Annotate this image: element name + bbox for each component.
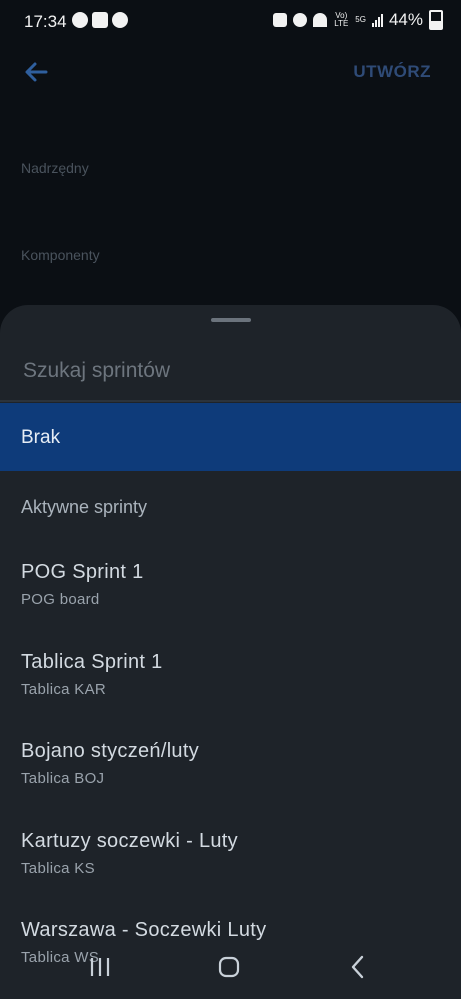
sprint-board: POG board xyxy=(21,591,100,608)
network-5g-icon: 5G xyxy=(355,15,366,24)
hotspot-icon xyxy=(313,13,328,27)
sprint-name: Bojano styczeń/luty xyxy=(21,740,200,762)
option-none[interactable]: Brak xyxy=(0,403,461,471)
sprint-picker-sheet: Brak Aktywne sprinty POG Sprint 1 POG bo… xyxy=(0,305,461,999)
option-none-label: Brak xyxy=(21,427,61,448)
parent-field-label[interactable]: Nadrzędny xyxy=(21,160,89,176)
status-time: 17:34 xyxy=(24,12,67,31)
battery-saver-icon xyxy=(273,13,288,27)
battery-percent: 44% xyxy=(388,10,423,29)
notification-icons xyxy=(72,12,128,28)
battery-icon xyxy=(429,10,443,30)
drag-handle[interactable] xyxy=(211,318,251,322)
sprint-board: Tablica KS xyxy=(21,860,95,877)
back-nav-icon[interactable] xyxy=(343,952,373,982)
divider xyxy=(0,400,461,402)
sprint-board: Tablica BOJ xyxy=(21,770,105,787)
arrow-left-icon[interactable] xyxy=(22,58,50,86)
messenger-icon xyxy=(72,12,88,28)
components-field-label[interactable]: Komponenty xyxy=(21,247,100,263)
sprint-item[interactable]: Bojano styczeń/luty Tablica BOJ xyxy=(0,740,461,820)
home-icon[interactable] xyxy=(214,952,244,982)
sprint-name: Kartuzy soczewki - Luty xyxy=(21,830,238,852)
status-right: Vo) LTE 5G 44% xyxy=(273,10,443,30)
create-issue-screen: UTWÓRZ Nadrzędny Komponenty xyxy=(0,42,461,312)
sprint-name: Tablica Sprint 1 xyxy=(21,651,163,673)
sprint-name: POG Sprint 1 xyxy=(21,561,144,583)
sprint-item[interactable]: Kartuzy soczewki - Luty Tablica KS xyxy=(0,830,461,910)
sprint-search-input[interactable] xyxy=(21,355,445,387)
sprint-name: Warszawa - Soczewki Luty xyxy=(21,919,267,941)
app-notification-icon xyxy=(92,12,108,28)
signal-icon xyxy=(371,13,383,27)
active-sprints-header: Aktywne sprinty xyxy=(21,497,148,517)
sprint-board: Tablica KAR xyxy=(21,681,107,698)
volte-icon: Vo) LTE xyxy=(334,11,349,28)
navigation-bar xyxy=(0,940,461,999)
create-button[interactable]: UTWÓRZ xyxy=(353,62,431,82)
play-icon xyxy=(112,12,128,28)
sprint-item[interactable]: POG Sprint 1 POG board xyxy=(0,561,461,641)
recent-apps-icon[interactable] xyxy=(85,952,115,982)
status-bar: 17:34 Vo) LTE 5G 44% xyxy=(0,0,461,42)
alarm-icon xyxy=(293,13,308,27)
sprint-item[interactable]: Tablica Sprint 1 Tablica KAR xyxy=(0,651,461,731)
